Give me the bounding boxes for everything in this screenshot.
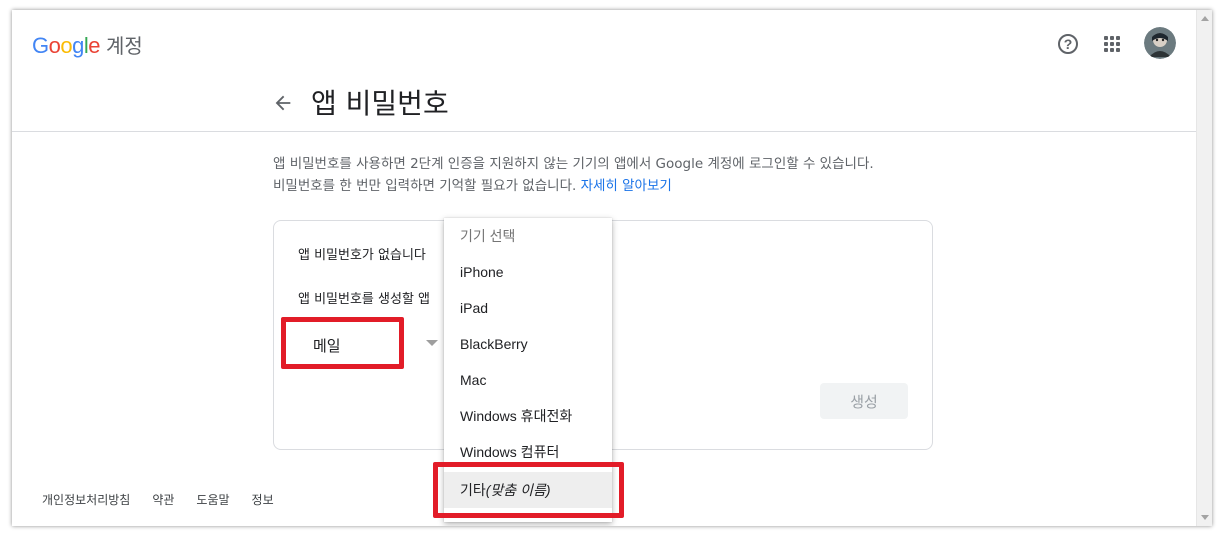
vertical-scrollbar[interactable] — [1196, 10, 1212, 526]
arrow-left-icon[interactable] — [272, 92, 294, 114]
description-line-2: 비밀번호를 한 번만 입력하면 기억할 필요가 없습니다. 자세히 알아보기 — [273, 178, 672, 194]
google-account-logo[interactable]: Google 계정 — [32, 30, 143, 59]
select-app-prompt: 앱 비밀번호를 생성할 앱 — [298, 292, 430, 307]
device-select-dropdown[interactable]: 기기 선택 iPhone iPad BlackBerry Mac Windows… — [444, 218, 612, 522]
no-passwords-text: 앱 비밀번호가 없습니다 — [298, 248, 426, 263]
other-option-suffix: (맞춤 이름) — [485, 482, 551, 498]
learn-more-link[interactable]: 자세히 알아보기 — [581, 178, 672, 194]
device-option-blackberry[interactable]: BlackBerry — [444, 326, 612, 362]
generate-button[interactable]: 생성 — [820, 383, 908, 419]
google-logo: Google — [32, 33, 101, 58]
device-option-windows-phone[interactable]: Windows 휴대전화 — [444, 398, 612, 434]
scroll-down-icon[interactable] — [1201, 515, 1209, 520]
device-select-placeholder: 기기 선택 — [460, 228, 516, 244]
page-title: 앱 비밀번호 — [311, 87, 449, 120]
dropdown-arrow-icon[interactable] — [426, 340, 438, 346]
description-line-1: 앱 비밀번호를 사용하면 2단계 인증을 지원하지 않는 기기의 앱에서 Goo… — [273, 156, 874, 172]
device-option-mac[interactable]: Mac — [444, 362, 612, 398]
page-description: 앱 비밀번호를 사용하면 2단계 인증을 지원하지 않는 기기의 앱에서 Goo… — [273, 153, 973, 197]
scroll-up-icon[interactable] — [1201, 16, 1209, 21]
header-divider — [12, 131, 1196, 132]
footer-link-about[interactable]: 정보 — [252, 491, 274, 508]
apps-grid-icon[interactable] — [1104, 36, 1120, 52]
device-option-other[interactable]: 기타(맞춤 이름) — [444, 472, 612, 508]
avatar[interactable] — [1144, 27, 1176, 59]
app-select[interactable]: 메일 — [295, 328, 399, 364]
device-option-windows-computer[interactable]: Windows 컴퓨터 — [444, 434, 612, 470]
footer: 개인정보처리방침 약관 도움말 정보 — [42, 491, 274, 508]
product-name: 계정 — [106, 34, 143, 58]
footer-link-terms[interactable]: 약관 — [152, 491, 174, 508]
browser-window: Google 계정 ? 앱 비밀번호 앱 비밀번호를 사용하면 2단계 인증을 … — [12, 10, 1212, 526]
device-option-ipad[interactable]: iPad — [444, 290, 612, 326]
help-icon[interactable]: ? — [1058, 34, 1078, 54]
footer-link-help[interactable]: 도움말 — [196, 491, 229, 508]
other-option-prefix: 기타 — [460, 482, 486, 498]
footer-link-privacy[interactable]: 개인정보처리방침 — [42, 491, 130, 508]
device-option-iphone[interactable]: iPhone — [444, 254, 612, 290]
